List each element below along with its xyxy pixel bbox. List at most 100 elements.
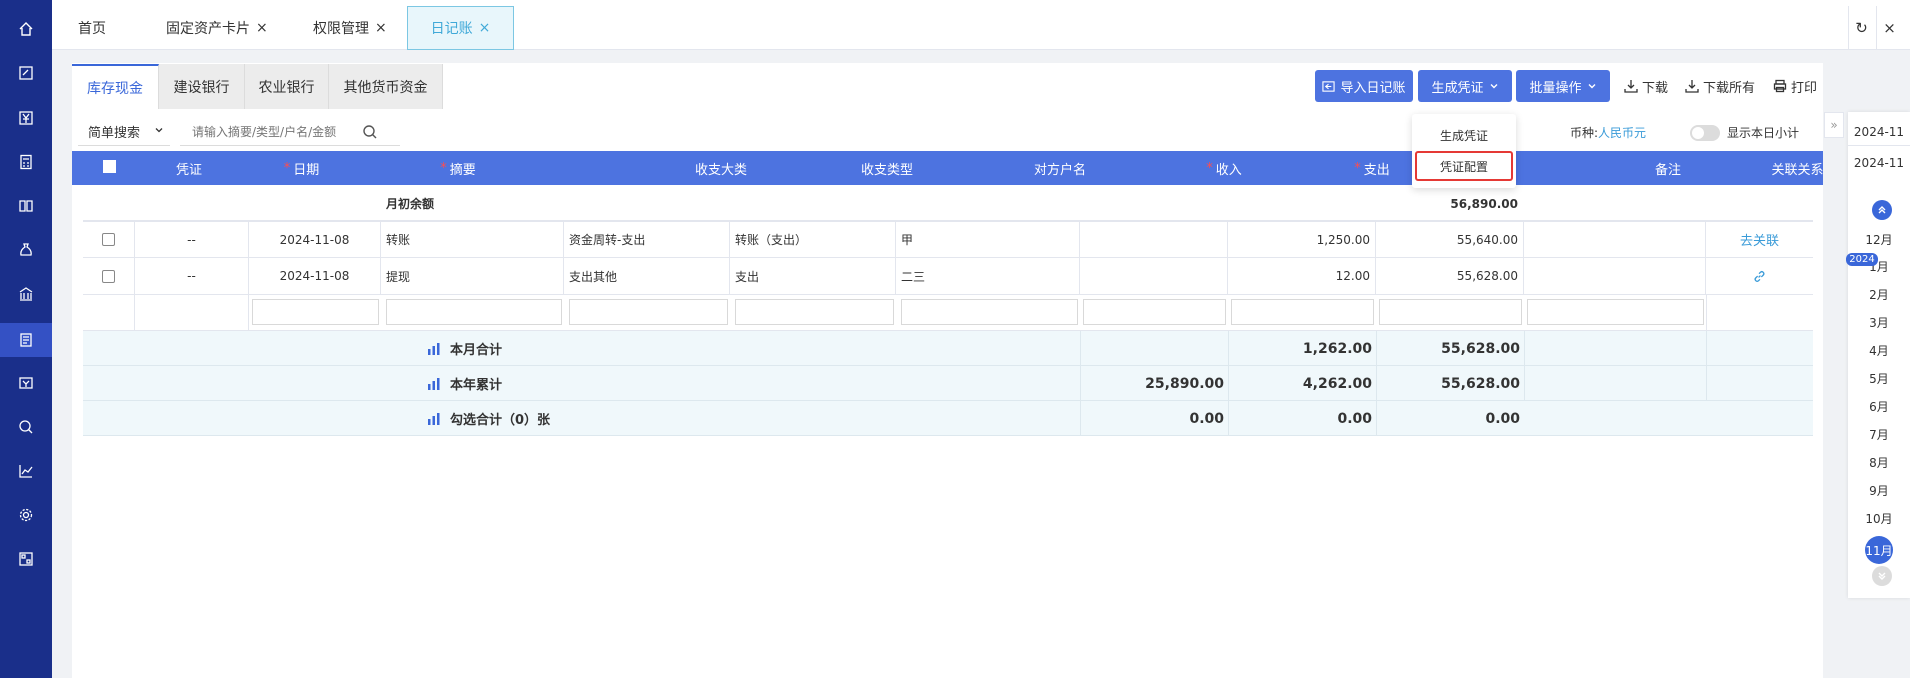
row-type[interactable]: 转账（支出）: [730, 222, 896, 257]
table-header: 凭证 * 日期 * 摘要 收支大类 收支类型 对方户名 * 收入 * 支出 备注 关联关…: [72, 151, 1824, 185]
year-badge: 2024: [1846, 253, 1878, 266]
new-entry-row: [83, 295, 1813, 331]
month-item[interactable]: 5月: [1848, 367, 1910, 389]
yuan-icon[interactable]: [0, 103, 52, 133]
col-relation: 关联关系: [1771, 162, 1824, 178]
subtab-abc[interactable]: 农业银行: [245, 64, 329, 109]
row-expense[interactable]: 12.00: [1228, 258, 1376, 294]
download-button[interactable]: 下载: [1624, 70, 1668, 102]
table-row[interactable]: -- 2024-11-08 转账 资金周转-支出 转账（支出） 甲 1,250.…: [83, 221, 1813, 258]
row-category[interactable]: 支出其他: [564, 258, 730, 294]
month-item[interactable]: 7月: [1848, 423, 1910, 445]
row-summary[interactable]: 转账: [381, 222, 564, 257]
row-date[interactable]: 2024-11-08: [249, 222, 381, 257]
tab-permission[interactable]: 权限管理 ×: [313, 6, 387, 50]
type-input[interactable]: [735, 299, 894, 325]
counterparty-input[interactable]: [901, 299, 1078, 325]
expense-input[interactable]: [1231, 299, 1374, 325]
tab-journal[interactable]: 日记账 ×: [407, 6, 514, 50]
row-date[interactable]: 2024-11-08: [249, 258, 381, 294]
tab-fixed-asset-card[interactable]: 固定资产卡片 ×: [166, 6, 268, 50]
bar-chart-icon: [428, 412, 440, 425]
month-balance: 55,628.00: [1441, 340, 1520, 357]
home-icon[interactable]: [0, 14, 52, 44]
batch-operation-button[interactable]: 批量操作: [1516, 70, 1610, 102]
close-icon[interactable]: ×: [375, 20, 387, 36]
bank-icon[interactable]: [0, 279, 52, 309]
month-item[interactable]: 10月: [1848, 507, 1910, 529]
currency-indicator: 币种:人民币元: [1570, 126, 1647, 140]
subtab-other-funds[interactable]: 其他货币资金: [329, 64, 443, 109]
income-input[interactable]: [1083, 299, 1226, 325]
search-icon[interactable]: [362, 124, 378, 140]
row-balance: 55,628.00: [1376, 258, 1524, 294]
row-category[interactable]: 资金周转-支出: [564, 222, 730, 257]
date-end[interactable]: 2024-11: [1848, 149, 1910, 177]
unlink-link[interactable]: 去关联: [1740, 230, 1779, 249]
row-summary[interactable]: 提现: [381, 258, 564, 294]
month-item[interactable]: 9月: [1848, 479, 1910, 501]
download-all-button[interactable]: 下载所有: [1685, 70, 1755, 102]
scroll-up-icon[interactable]: [1872, 200, 1892, 220]
close-icon[interactable]: ×: [479, 20, 491, 36]
scroll-down-icon[interactable]: [1872, 566, 1892, 586]
subtab-ccb[interactable]: 建设银行: [159, 64, 245, 109]
book-icon[interactable]: [0, 191, 52, 221]
month-item[interactable]: 4月: [1848, 339, 1910, 361]
refresh-icon[interactable]: ↻: [1848, 6, 1874, 50]
month-item[interactable]: 3月: [1848, 311, 1910, 333]
row-checkbox[interactable]: [102, 233, 115, 246]
col-remark: 备注: [1654, 162, 1681, 178]
generate-voucher-button[interactable]: 生成凭证: [1418, 70, 1512, 102]
expand-panel-icon[interactable]: »: [1824, 112, 1844, 138]
invoice-icon[interactable]: [0, 368, 52, 398]
month-item[interactable]: 12月: [1848, 228, 1910, 250]
select-all-checkbox[interactable]: [103, 160, 116, 173]
summary-input[interactable]: [386, 299, 562, 325]
search-mode-select[interactable]: 简单搜索: [78, 118, 170, 146]
row-counterparty[interactable]: 二三: [896, 258, 1080, 294]
row-income[interactable]: [1080, 222, 1228, 257]
link-icon[interactable]: [1753, 270, 1766, 283]
row-remark[interactable]: [1524, 222, 1706, 257]
money-bag-icon[interactable]: [0, 235, 52, 265]
close-icon[interactable]: ×: [256, 20, 268, 36]
row-remark[interactable]: [1524, 258, 1706, 294]
toggle-label: 显示本日小计: [1727, 126, 1800, 140]
table-row[interactable]: -- 2024-11-08 提现 支出其他 支出 二三 12.00 55,628…: [83, 258, 1813, 295]
row-checkbox[interactable]: [102, 269, 115, 283]
row-counterparty[interactable]: 甲: [896, 222, 1080, 257]
month-item[interactable]: 6月: [1848, 395, 1910, 417]
print-button[interactable]: 打印: [1773, 70, 1817, 102]
date-start[interactable]: 2024-11: [1848, 118, 1910, 146]
subtab-cash[interactable]: 库存现金: [72, 64, 159, 109]
remark-input[interactable]: [1527, 299, 1704, 325]
chart-icon[interactable]: [0, 456, 52, 486]
month-item-active[interactable]: 11月: [1848, 535, 1910, 565]
currency-value[interactable]: 人民币元: [1598, 126, 1646, 140]
qrcode-icon[interactable]: [0, 544, 52, 574]
search-doc-icon[interactable]: [0, 412, 52, 442]
row-type[interactable]: 支出: [730, 258, 896, 294]
col-counterparty: 对方户名: [1033, 162, 1086, 178]
col-voucher: 凭证: [175, 162, 202, 178]
category-input[interactable]: [569, 299, 728, 325]
row-balance: 55,640.00: [1376, 222, 1524, 257]
balance-input[interactable]: [1379, 299, 1522, 325]
row-expense[interactable]: 1,250.00: [1228, 222, 1376, 257]
menu-item-voucher-config[interactable]: 凭证配置: [1415, 151, 1513, 181]
selected-expense: 0.00: [1337, 410, 1372, 427]
import-journal-button[interactable]: 导入日记账: [1315, 70, 1413, 102]
date-input[interactable]: [252, 299, 379, 325]
show-daily-subtotal-toggle[interactable]: [1690, 125, 1720, 141]
edit-doc-icon[interactable]: [0, 58, 52, 88]
gear-icon[interactable]: [0, 500, 52, 530]
month-item[interactable]: 8月: [1848, 451, 1910, 473]
month-item[interactable]: 2月: [1848, 283, 1910, 305]
tab-home[interactable]: 首页: [78, 6, 106, 50]
calculator-icon[interactable]: [0, 147, 52, 177]
menu-item-generate-voucher[interactable]: 生成凭证: [1412, 124, 1516, 146]
row-income[interactable]: [1080, 258, 1228, 294]
close-all-icon[interactable]: ×: [1876, 6, 1902, 50]
journal-icon[interactable]: [0, 323, 52, 357]
